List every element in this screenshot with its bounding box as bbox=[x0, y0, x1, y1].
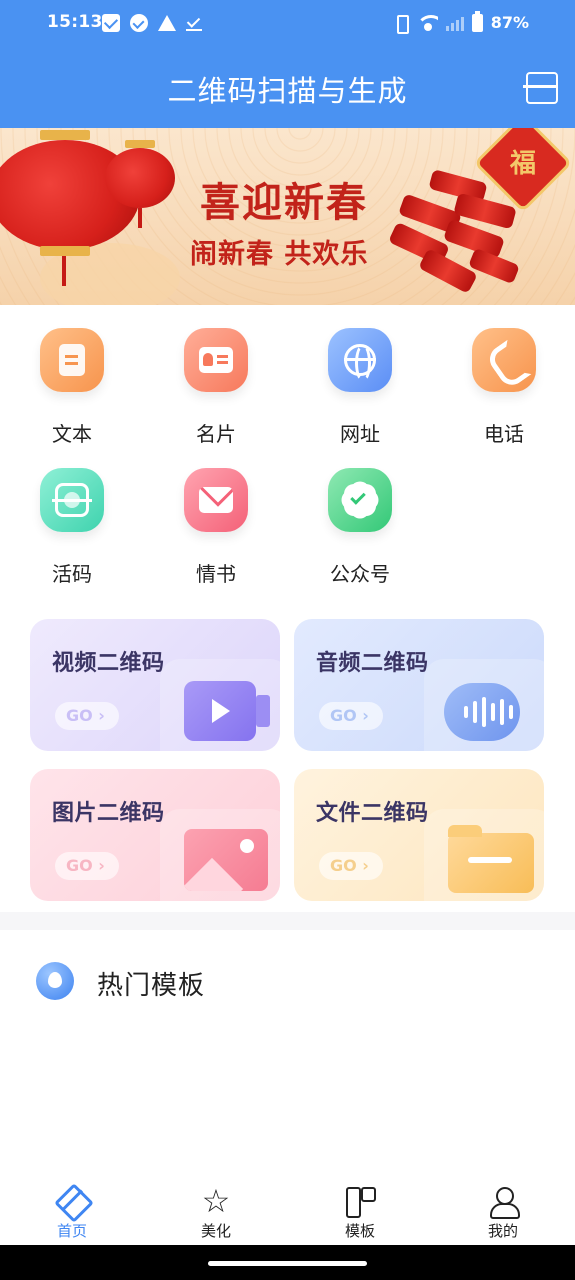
system-nav-bar bbox=[0, 1245, 575, 1280]
business-card-icon bbox=[199, 347, 233, 373]
go-button[interactable]: GO › bbox=[319, 702, 383, 730]
image-qr-title: 图片二维码 bbox=[52, 801, 165, 826]
battery-icon bbox=[471, 10, 483, 32]
warning-notification-icon bbox=[158, 15, 176, 31]
go-button[interactable]: GO › bbox=[55, 852, 119, 880]
video-camera-icon bbox=[184, 681, 270, 741]
create-official-account[interactable]: 公众号 bbox=[310, 468, 410, 587]
page-title: 二维码扫描与生成 bbox=[167, 74, 408, 108]
download-done-notification-icon bbox=[186, 15, 202, 31]
app-screen: 15:13 87% 二维码扫描与生成 喜迎新春 闹新春 共欢乐 福 文本 名片 … bbox=[0, 0, 575, 1280]
home-pencil-icon bbox=[56, 1185, 88, 1217]
create-love-letter-label: 情书 bbox=[196, 562, 236, 586]
create-business-card[interactable]: 名片 bbox=[166, 328, 266, 447]
banner-subline: 闹新春 共欢乐 bbox=[190, 239, 369, 270]
lantern-icon bbox=[105, 148, 175, 208]
create-url[interactable]: 网址 bbox=[310, 328, 410, 447]
hot-templates-title: 热门模板 bbox=[97, 971, 206, 1001]
top-bar: 15:13 87% 二维码扫描与生成 bbox=[0, 0, 575, 128]
audio-qr-card[interactable]: 音频二维码 GO › bbox=[294, 619, 544, 751]
audio-qr-title: 音频二维码 bbox=[316, 651, 429, 676]
create-phone[interactable]: 电话 bbox=[454, 328, 554, 447]
user-icon bbox=[487, 1185, 520, 1219]
image-icon bbox=[184, 829, 268, 891]
create-love-letter[interactable]: 情书 bbox=[166, 468, 266, 587]
fire-icon bbox=[36, 962, 74, 1000]
image-qr-card[interactable]: 图片二维码 GO › bbox=[30, 769, 280, 901]
go-button[interactable]: GO › bbox=[319, 852, 383, 880]
vibrate-icon bbox=[392, 14, 410, 34]
globe-icon bbox=[344, 344, 376, 382]
go-button[interactable]: GO › bbox=[55, 702, 119, 730]
text-doc-icon bbox=[59, 344, 85, 376]
scan-icon[interactable] bbox=[523, 72, 558, 104]
new-year-banner[interactable]: 喜迎新春 闹新春 共欢乐 福 bbox=[0, 128, 575, 305]
template-icon bbox=[344, 1185, 376, 1218]
create-live-code-label: 活码 bbox=[52, 562, 92, 586]
file-qr-title: 文件二维码 bbox=[316, 801, 429, 826]
star-icon: ☆ bbox=[201, 1182, 231, 1220]
mail-notification-icon bbox=[102, 14, 120, 32]
create-text[interactable]: 文本 bbox=[22, 328, 122, 447]
video-qr-title: 视频二维码 bbox=[52, 651, 165, 676]
home-gesture-handle[interactable] bbox=[208, 1261, 367, 1266]
video-qr-card[interactable]: 视频二维码 GO › bbox=[30, 619, 280, 751]
file-qr-card[interactable]: 文件二维码 GO › bbox=[294, 769, 544, 901]
status-bar: 15:13 87% bbox=[0, 0, 575, 48]
folder-icon bbox=[448, 825, 534, 893]
create-text-label: 文本 bbox=[52, 422, 92, 446]
status-time: 15:13 bbox=[47, 12, 103, 32]
create-url-label: 网址 bbox=[340, 422, 380, 446]
wifi-icon bbox=[417, 14, 438, 31]
battery-percent: 87% bbox=[490, 13, 529, 32]
create-official-account-label: 公众号 bbox=[330, 562, 390, 586]
envelope-icon bbox=[199, 487, 233, 513]
create-phone-label: 电话 bbox=[484, 422, 524, 446]
banner-headline: 喜迎新春 bbox=[200, 180, 368, 226]
check-circle-notification-icon bbox=[130, 14, 148, 32]
scan-frame-icon bbox=[52, 483, 92, 517]
signal-icon bbox=[445, 15, 464, 31]
create-live-code[interactable]: 活码 bbox=[22, 468, 122, 587]
create-business-card-label: 名片 bbox=[196, 422, 236, 446]
bottom-tab-bar: 首页 ☆ 美化 模板 我的 bbox=[0, 1175, 575, 1245]
phone-icon bbox=[492, 342, 516, 378]
section-divider bbox=[0, 912, 575, 930]
